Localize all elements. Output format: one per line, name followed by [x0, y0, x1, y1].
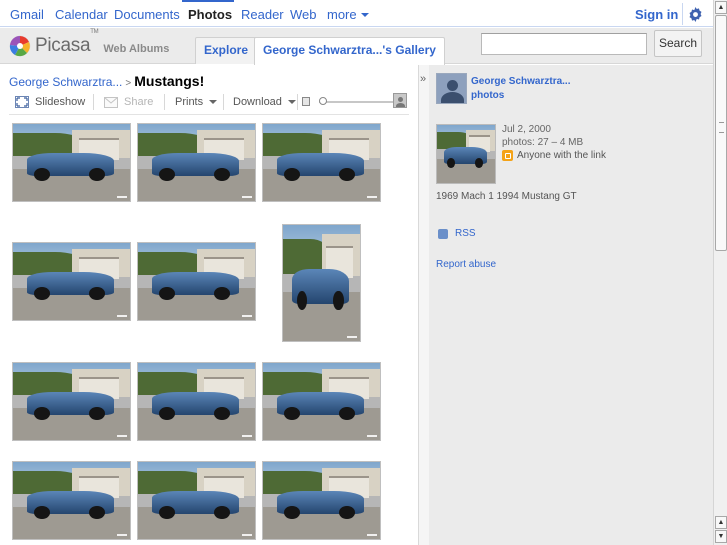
photo-thumbnail[interactable] [12, 461, 131, 540]
vertical-scrollbar[interactable]: ▲ ▲ ▼ [713, 0, 727, 545]
gbar-more-menu[interactable]: more [327, 7, 369, 22]
photo-thumbnail[interactable] [282, 224, 361, 342]
envelope-icon [104, 96, 118, 108]
photo-thumbnail[interactable] [137, 362, 256, 441]
scroll-down-arrow[interactable]: ▼ [715, 530, 727, 543]
album-panel: George Schwarztra... > Mustangs! Slideshow… [0, 65, 418, 545]
tab-gallery[interactable]: George Schwarztra...'s Gallery [254, 37, 445, 65]
album-title: Mustangs! [134, 73, 205, 89]
owner-name-link[interactable]: George Schwarztra... [471, 76, 570, 87]
small-thumbnail-icon[interactable] [302, 97, 310, 106]
photo-thumbnail[interactable] [262, 461, 381, 540]
prints-label: Prints [175, 96, 204, 108]
breadcrumb: George Schwarztra... > Mustangs! [9, 73, 204, 89]
album-toolbar: Slideshow Share Prints Download [9, 93, 409, 113]
collapse-sidebar-icon[interactable]: » [420, 74, 426, 85]
gbar-link-documents[interactable]: Documents [114, 7, 180, 22]
download-menu[interactable]: Download [233, 93, 296, 111]
chevron-down-icon [360, 13, 369, 17]
photo-thumbnail[interactable] [12, 362, 131, 441]
large-thumbnail-icon[interactable] [393, 93, 407, 108]
gbar-link-calendar[interactable]: Calendar [55, 7, 108, 22]
zoom-slider-handle[interactable] [318, 97, 327, 105]
slideshow-icon [15, 96, 29, 108]
photo-thumbnail[interactable] [262, 362, 381, 441]
toolbar-divider [164, 94, 165, 110]
scroll-up-arrow[interactable]: ▲ [715, 516, 727, 529]
toolbar-divider [223, 94, 224, 110]
gbar-link-reader[interactable]: Reader [241, 7, 284, 22]
logo-wordmark: PicasaTM [35, 29, 99, 56]
share-button[interactable]: Share [104, 93, 153, 111]
photo-thumbnail[interactable] [262, 123, 381, 202]
google-bar: Gmail Calendar Documents Photos Reader W… [0, 0, 713, 27]
album-description: 1969 Mach 1 1994 Mustang GT [436, 191, 577, 202]
avatar[interactable] [436, 73, 467, 104]
photo-thumbnail[interactable] [137, 242, 256, 321]
panel-splitter[interactable]: » [418, 65, 429, 545]
gear-icon[interactable] [682, 3, 708, 25]
sign-in-link[interactable]: Sign in [635, 7, 678, 22]
search-button[interactable]: Search [654, 30, 702, 57]
breadcrumb-separator: > [125, 78, 132, 89]
logo-subtitle: Web Albums [103, 43, 170, 55]
lock-icon [502, 150, 513, 161]
gbar-link-gmail[interactable]: Gmail [10, 7, 44, 22]
breadcrumb-owner-link[interactable]: George Schwarztra... [9, 75, 122, 89]
app-header: PicasaTM Web Albums Explore George Schwa… [0, 28, 713, 65]
toolbar-divider [93, 94, 94, 110]
toolbar-divider [297, 94, 298, 110]
search-input[interactable] [481, 33, 647, 55]
download-label: Download [233, 96, 282, 108]
share-label: Share [124, 96, 154, 108]
prints-menu[interactable]: Prints [175, 93, 218, 111]
gbar-link-photos[interactable]: Photos [188, 7, 232, 22]
album-cover-image[interactable] [436, 124, 496, 184]
photo-thumbnail[interactable] [12, 242, 131, 321]
chevron-down-icon [209, 100, 218, 104]
gbar-link-web[interactable]: Web [290, 7, 317, 22]
rss-icon [438, 228, 448, 239]
photo-thumbnail[interactable] [137, 461, 256, 540]
album-date: Jul 2, 2000 [502, 124, 551, 135]
visibility-label: Anyone with the link [517, 150, 606, 161]
picasa-logo[interactable]: PicasaTM Web Albums [9, 29, 170, 58]
scroll-up-arrow[interactable]: ▲ [715, 1, 727, 14]
picasa-pinwheel-icon [9, 35, 31, 57]
album-photo-count: photos: 27 – 4 MB [502, 137, 584, 148]
rss-label: RSS [455, 228, 476, 239]
slideshow-label: Slideshow [35, 96, 86, 108]
photo-thumbnail[interactable] [12, 123, 131, 202]
zoom-slider-track[interactable] [319, 101, 397, 103]
owner-photos-link[interactable]: photos [471, 90, 504, 101]
report-abuse-link[interactable]: Report abuse [436, 259, 496, 270]
active-link-indicator [182, 0, 234, 2]
photo-thumbnail[interactable] [137, 123, 256, 202]
tab-explore[interactable]: Explore [195, 37, 258, 64]
scrollbar-thumb[interactable] [715, 15, 727, 251]
more-label: more [327, 7, 357, 22]
album-info-sidebar: George Schwarztra... photos Jul 2, 2000 … [429, 65, 713, 545]
toolbar-divider-line [9, 114, 409, 115]
rss-link[interactable]: RSS [438, 228, 476, 239]
slideshow-button[interactable]: Slideshow [15, 93, 85, 111]
chevron-down-icon [287, 100, 296, 104]
album-visibility: Anyone with the link [502, 150, 606, 161]
